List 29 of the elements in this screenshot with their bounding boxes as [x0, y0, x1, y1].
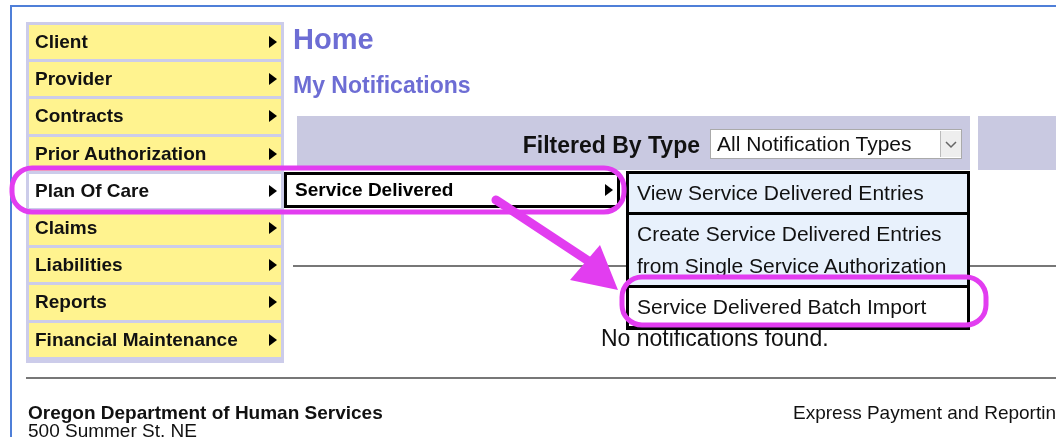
dropdown-icon [940, 131, 961, 157]
menu-item[interactable]: Reports [29, 285, 281, 320]
section-title: My Notifications [293, 72, 472, 99]
menu-item[interactable]: Client [29, 25, 281, 60]
flyout-item[interactable]: Create Service Delivered Entries from Single Service Authorization [629, 215, 967, 285]
menu-item[interactable]: Contracts [29, 99, 281, 134]
menu-item[interactable]: Liabilities [29, 248, 281, 283]
org-name: Oregon Department of Human Services [28, 402, 383, 423]
flyout-item[interactable]: Service Delivered Batch Import [629, 288, 967, 326]
submenu-arrow-icon [269, 333, 277, 346]
submenu-arrow-icon [269, 222, 277, 235]
submenu-arrow-icon [605, 184, 613, 196]
type-select[interactable]: All Notification Types [710, 129, 962, 159]
page-title: Home [293, 22, 375, 56]
submenu-arrow-icon [269, 110, 277, 123]
app-name: Express Payment and Reportin [793, 402, 1056, 425]
empty-message: No notifications found. [601, 325, 830, 351]
flyout-item[interactable]: View Service Delivered Entries [629, 174, 967, 212]
menu-item[interactable]: Plan Of Care [29, 173, 281, 208]
submenu-arrow-icon [269, 184, 277, 197]
menu-item[interactable]: Financial Maintenance [29, 322, 281, 357]
menu-item[interactable]: Provider [29, 62, 281, 97]
submenu-arrow-icon [269, 147, 277, 160]
filter-label: Filtered By Type [522, 131, 700, 159]
submenu-arrow-icon [269, 36, 277, 49]
submenu-arrow-icon [269, 259, 277, 272]
submenu-arrow-icon [269, 73, 277, 86]
submenu-arrow-icon [269, 296, 277, 309]
org-address: 500 Summer St. NE [28, 422, 197, 439]
